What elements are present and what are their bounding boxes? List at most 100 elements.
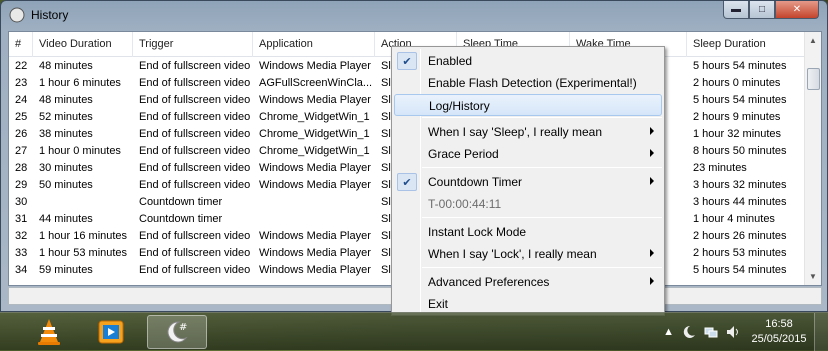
table-cell: 50 minutes (39, 179, 93, 191)
menu-item-label: Instant Lock Mode (428, 225, 527, 239)
table-cell: 1 hour 16 minutes (39, 230, 128, 242)
network-icon[interactable] (704, 325, 718, 339)
table-cell: 48 minutes (39, 60, 93, 72)
tray-expand-icon[interactable]: ▲ (663, 326, 674, 338)
table-cell: Countdown timer (139, 196, 223, 208)
table-cell: End of fullscreen video (139, 247, 251, 259)
menu-item-enable-flash-detection-experimental[interactable]: Enable Flash Detection (Experimental!) (394, 72, 662, 94)
context-menu: ✔ Enabled Enable Flash Detection (Experime… (391, 46, 665, 316)
menu-item-grace-period[interactable]: Grace Period (394, 143, 662, 165)
submenu-arrow-icon (650, 149, 654, 157)
table-cell: 59 minutes (39, 264, 93, 276)
table-cell: 5 hours 54 minutes (693, 264, 787, 276)
column-header[interactable]: Video Duration (33, 32, 133, 57)
table-cell: 3 hours 32 minutes (693, 179, 787, 191)
table-cell: End of fullscreen video (139, 179, 251, 191)
table-cell: 2 hours 9 minutes (693, 111, 781, 123)
table-cell: 22 (15, 60, 28, 72)
sleep-moon-icon: # (167, 321, 188, 343)
table-cell: 52 minutes (39, 111, 93, 123)
table-cell: 25 (15, 111, 28, 123)
taskbar-media-player[interactable] (84, 315, 138, 349)
table-cell: Windows Media Player (259, 264, 371, 276)
table-cell: Windows Media Player (259, 94, 371, 106)
column-header[interactable]: # (9, 32, 33, 57)
table-cell: 34 (15, 264, 28, 276)
menu-item-label: Grace Period (428, 147, 499, 161)
menu-item-when-i-say-lock-i-really-mean[interactable]: When I say 'Lock', I really mean (394, 243, 662, 265)
scroll-thumb[interactable] (807, 68, 820, 90)
table-cell: 28 (15, 162, 28, 174)
table-cell: End of fullscreen video (139, 60, 251, 72)
table-cell: 1 hour 32 minutes (693, 128, 782, 140)
table-cell: Windows Media Player (259, 60, 371, 72)
table-cell: Windows Media Player (259, 230, 371, 242)
table-cell: 1 hour 6 minutes (39, 77, 121, 89)
column-header[interactable]: Trigger (133, 32, 253, 57)
table-cell: Chrome_WidgetWin_1 (259, 128, 370, 140)
menu-item-label: Countdown Timer (428, 175, 523, 189)
table-cell: Countdown timer (139, 213, 223, 225)
table-cell: 1 hour 4 minutes (693, 213, 775, 225)
column-header[interactable]: Application (253, 32, 375, 57)
table-cell: End of fullscreen video (139, 230, 251, 242)
table-cell: Windows Media Player (259, 162, 371, 174)
submenu-arrow-icon (650, 127, 654, 135)
table-cell: 2 hours 0 minutes (693, 77, 781, 89)
table-cell: 8 hours 50 minutes (693, 145, 787, 157)
menu-item-t-00-00-44-11: T-00:00:44:11 (394, 193, 662, 215)
table-cell: 23 minutes (693, 162, 747, 174)
table-cell: End of fullscreen video (139, 264, 251, 276)
vlc-cone-icon (38, 319, 60, 345)
table-cell: End of fullscreen video (139, 145, 251, 157)
taskbar-vlc[interactable] (22, 315, 76, 349)
close-button[interactable]: ✕ (775, 1, 819, 19)
taskbar-sleep-app[interactable]: # (147, 315, 207, 349)
column-header[interactable]: Sleep Duration (687, 32, 806, 57)
table-cell: 1 hour 53 minutes (39, 247, 128, 259)
table-cell: 5 hours 54 minutes (693, 94, 787, 106)
menu-item-countdown-timer[interactable]: ✔ Countdown Timer (394, 171, 662, 193)
menu-item-label: When I say 'Sleep', I really mean (428, 125, 602, 139)
table-cell (253, 211, 375, 228)
table-cell: End of fullscreen video (139, 77, 251, 89)
system-tray: ▲ 16:58 25/05/2015 (659, 313, 828, 351)
clock-time: 16:58 (765, 318, 793, 330)
app-moon-icon (9, 7, 25, 23)
clock-date: 25/05/2015 (751, 333, 807, 345)
show-desktop-button[interactable] (814, 313, 828, 351)
menu-item-log-history[interactable]: Log/History (394, 94, 662, 116)
table-cell: 2 hours 26 minutes (693, 230, 787, 242)
maximize-button[interactable]: □ (749, 1, 775, 19)
scroll-down-arrow-icon[interactable]: ▼ (805, 268, 821, 285)
table-cell: 30 (15, 196, 28, 208)
table-cell: 3 hours 44 minutes (693, 196, 787, 208)
table-cell: 44 minutes (39, 213, 93, 225)
table-cell: 5 hours 54 minutes (693, 60, 787, 72)
submenu-arrow-icon (650, 177, 654, 185)
checkmark-icon: ✔ (397, 173, 417, 191)
clock[interactable]: 16:58 25/05/2015 (744, 317, 814, 347)
menu-item-label: Advanced Preferences (428, 275, 550, 289)
volume-icon[interactable] (726, 325, 740, 339)
table-cell: Windows Media Player (259, 179, 371, 191)
menu-item-enabled[interactable]: ✔ Enabled (394, 50, 662, 72)
table-cell: Chrome_WidgetWin_1 (259, 111, 370, 123)
media-player-icon (98, 320, 124, 344)
minimize-button[interactable]: ▬ (723, 1, 749, 19)
taskbar: # ▲ 16:58 25/05/2015 (0, 312, 828, 351)
table-cell: 31 (15, 213, 28, 225)
table-cell: 24 (15, 94, 28, 106)
menu-item-when-i-say-sleep-i-really-mean[interactable]: When I say 'Sleep', I really mean (394, 121, 662, 143)
table-cell: 2 hours 53 minutes (693, 247, 787, 259)
menu-item-label: Exit (428, 297, 449, 311)
title-bar[interactable]: History ▬ □ ✕ (1, 1, 827, 29)
menu-item-instant-lock-mode[interactable]: Instant Lock Mode (394, 221, 662, 243)
menu-item-label: When I say 'Lock', I really mean (428, 247, 597, 261)
vertical-scrollbar[interactable]: ▲ ▼ (804, 32, 821, 285)
menu-item-advanced-preferences[interactable]: Advanced Preferences (394, 271, 662, 293)
scroll-up-arrow-icon[interactable]: ▲ (805, 32, 821, 49)
tray-moon-icon[interactable] (682, 325, 696, 339)
menu-separator (422, 267, 662, 268)
table-cell: 30 minutes (39, 162, 93, 174)
